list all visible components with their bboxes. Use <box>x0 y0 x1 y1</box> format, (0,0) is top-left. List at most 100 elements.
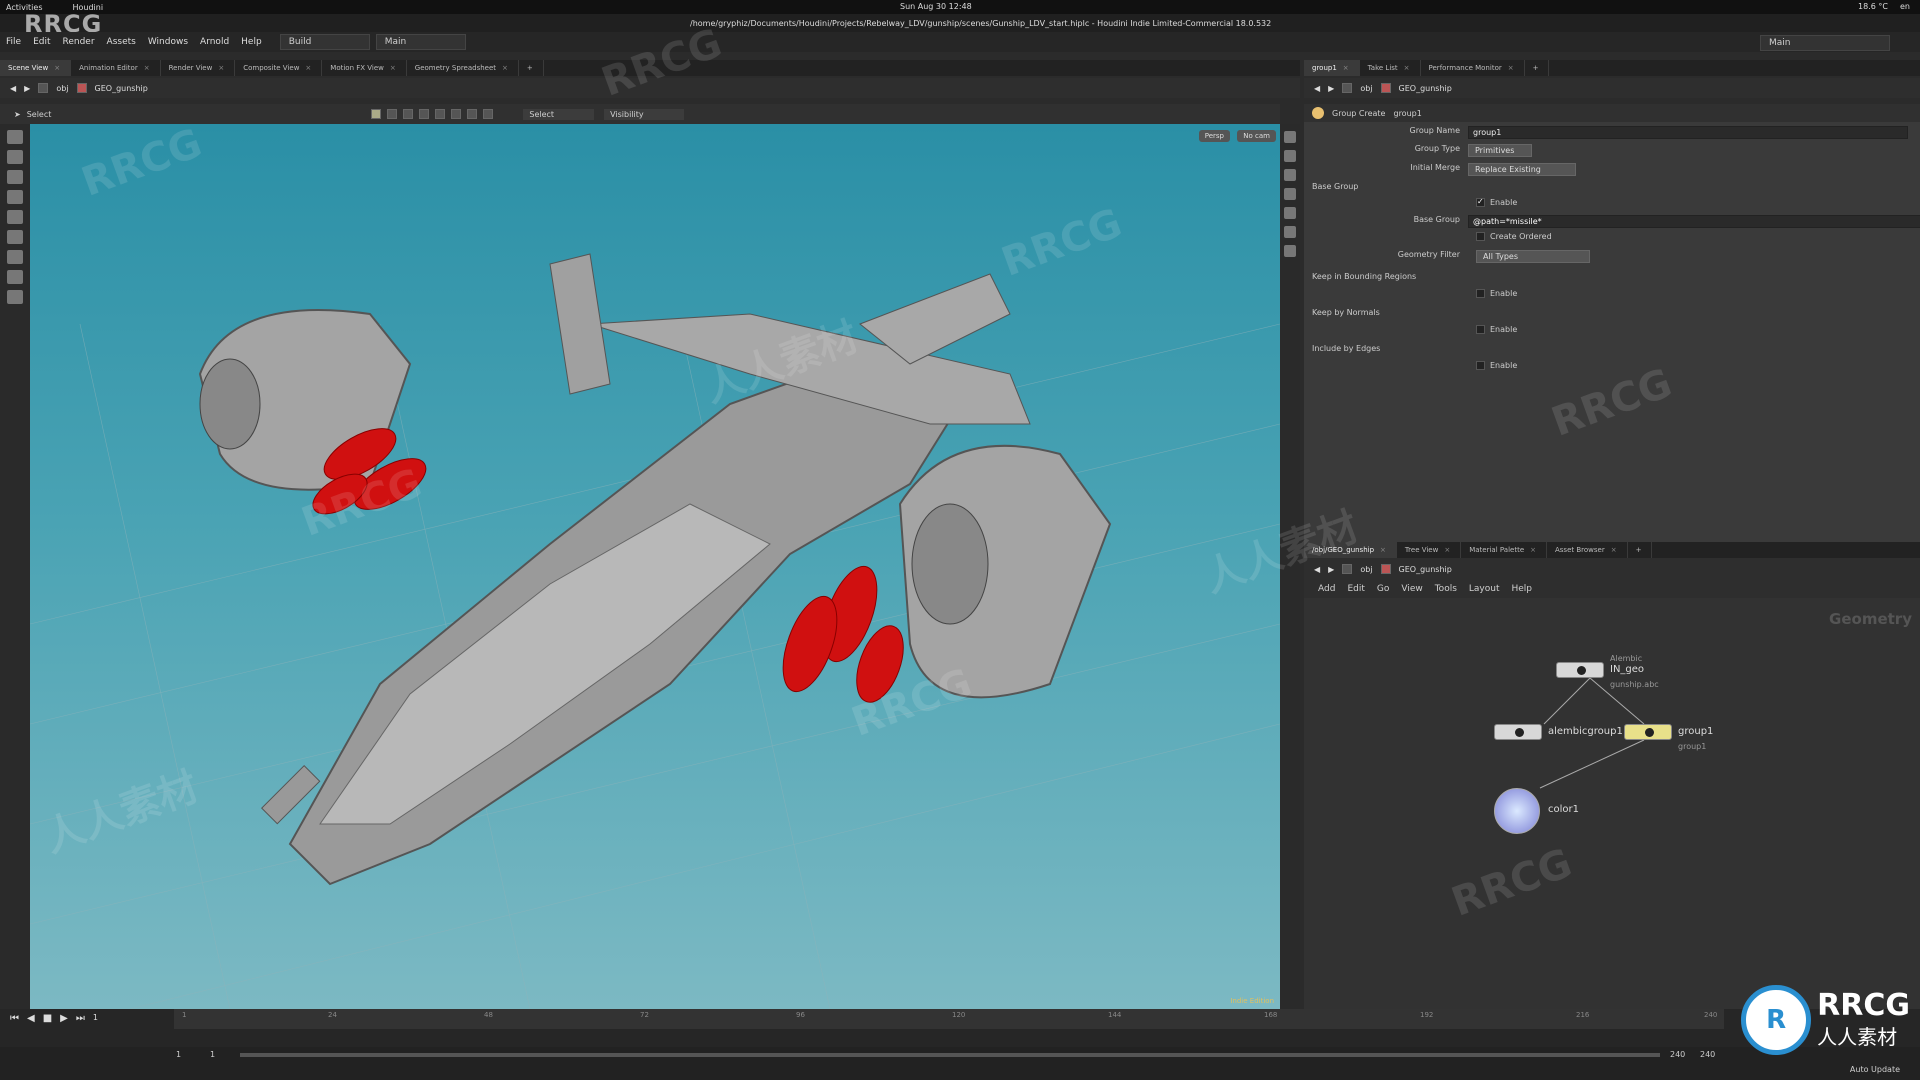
visibility-dropdown[interactable]: Visibility <box>604 108 684 120</box>
grid-icon[interactable] <box>1284 245 1296 257</box>
network-editor[interactable]: Geometry Alembic IN_geo gunship.abc alem… <box>1304 598 1920 1009</box>
path-node[interactable]: GEO_gunship <box>1399 565 1452 574</box>
desktop-main-dropdown[interactable]: Main <box>375 34 466 50</box>
close-icon[interactable]: × <box>1343 64 1349 72</box>
timeline-ruler[interactable]: 1 24 48 72 96 120 144 168 192 216 240 <box>174 1009 1724 1029</box>
select-tool-icon[interactable] <box>7 130 23 144</box>
pose-tool-icon[interactable] <box>7 230 23 244</box>
lasso-select-icon[interactable] <box>451 109 462 119</box>
jump-start-icon[interactable]: ⏮ <box>10 1013 19 1024</box>
select-mode-dropdown[interactable]: Select <box>523 108 595 120</box>
close-icon[interactable]: × <box>144 64 150 72</box>
base-group-field[interactable]: @path=*missile* <box>1468 215 1920 228</box>
edges-enable-checkbox[interactable] <box>1476 361 1485 370</box>
normals-enable-checkbox[interactable] <box>1476 325 1485 334</box>
tab-geometry-spreadsheet[interactable]: Geometry Spreadsheet × <box>407 60 519 76</box>
path-obj[interactable]: obj <box>1360 84 1372 93</box>
handle-tool-icon[interactable] <box>7 210 23 224</box>
close-icon[interactable]: × <box>54 64 60 72</box>
net-menu-edit[interactable]: Edit <box>1347 584 1364 594</box>
path-node[interactable]: GEO_gunship <box>1399 84 1452 93</box>
shading-icon[interactable] <box>1284 188 1296 200</box>
primitives-mode-icon[interactable] <box>419 109 430 119</box>
tab-take-list[interactable]: Take List × <box>1360 60 1421 76</box>
create-ordered-checkbox[interactable] <box>1476 232 1485 241</box>
path-node[interactable]: GEO_gunship <box>95 84 148 93</box>
bounding-enable-checkbox[interactable] <box>1476 289 1485 298</box>
snap-icon[interactable] <box>7 290 23 304</box>
net-menu-help[interactable]: Help <box>1512 584 1533 594</box>
tab-performance-monitor[interactable]: Performance Monitor × <box>1421 60 1525 76</box>
box-select-icon[interactable] <box>435 109 446 119</box>
net-menu-add[interactable]: Add <box>1318 584 1335 594</box>
node-group1[interactable] <box>1624 724 1672 740</box>
magnet-icon[interactable] <box>7 270 23 284</box>
close-icon[interactable]: × <box>1530 546 1536 554</box>
add-tab-icon[interactable]: + <box>1525 60 1550 76</box>
net-menu-layout[interactable]: Layout <box>1469 584 1500 594</box>
add-tab-icon[interactable]: + <box>519 60 544 76</box>
forward-icon[interactable]: ▶ <box>1328 84 1334 93</box>
menu-help[interactable]: Help <box>235 37 268 47</box>
node-in-geo[interactable] <box>1556 662 1604 678</box>
range-slider[interactable] <box>240 1053 1660 1057</box>
add-tab-icon[interactable]: + <box>1628 542 1653 558</box>
tab-network[interactable]: /obj/GEO_gunship × <box>1304 542 1397 558</box>
group-name-field[interactable]: group1 <box>1468 126 1908 139</box>
node-label[interactable]: color1 <box>1548 804 1579 815</box>
menu-assets[interactable]: Assets <box>101 37 142 47</box>
rotate-tool-icon[interactable] <box>7 170 23 184</box>
paint-select-icon[interactable] <box>483 109 494 119</box>
tab-render-view[interactable]: Render View × <box>161 60 236 76</box>
net-menu-go[interactable]: Go <box>1377 584 1389 594</box>
normals-icon[interactable] <box>1284 226 1296 238</box>
group-type-dropdown[interactable]: Primitives <box>1468 144 1532 157</box>
points-mode-icon[interactable] <box>387 109 398 119</box>
menu-edit[interactable]: Edit <box>27 37 56 47</box>
close-icon[interactable]: × <box>1404 64 1410 72</box>
points-icon[interactable] <box>1284 207 1296 219</box>
range-start-2[interactable]: 1 <box>210 1050 215 1059</box>
tab-material-palette[interactable]: Material Palette × <box>1461 542 1547 558</box>
range-end[interactable]: 240 <box>1670 1050 1685 1059</box>
stop-icon[interactable]: ■ <box>43 1013 52 1024</box>
path-obj[interactable]: obj <box>56 84 68 93</box>
desktop-build-dropdown[interactable]: Build <box>279 34 370 50</box>
node-label[interactable]: group1 <box>1678 726 1713 737</box>
tab-tree-view[interactable]: Tree View × <box>1397 542 1462 558</box>
net-menu-tools[interactable]: Tools <box>1435 584 1457 594</box>
lock-icon[interactable] <box>1284 150 1296 162</box>
base-group-enable-checkbox[interactable] <box>1476 197 1485 207</box>
back-icon[interactable]: ◀ <box>1314 565 1320 574</box>
node-name-field[interactable]: group1 <box>1393 109 1421 118</box>
tab-group1[interactable]: group1 × <box>1304 60 1360 76</box>
forward-icon[interactable]: ▶ <box>1328 565 1334 574</box>
back-icon[interactable]: ◀ <box>1314 84 1320 93</box>
camera-button[interactable]: No cam <box>1237 130 1276 142</box>
current-frame[interactable]: 1 <box>93 1013 98 1024</box>
menu-file[interactable]: File <box>0 37 27 47</box>
tab-scene-view[interactable]: Scene View × <box>0 60 72 76</box>
tab-animation-editor[interactable]: Animation Editor × <box>71 60 161 76</box>
brush-select-icon[interactable] <box>467 109 478 119</box>
display-icon[interactable] <box>1284 131 1296 143</box>
close-icon[interactable]: × <box>1611 546 1617 554</box>
close-icon[interactable]: × <box>502 64 508 72</box>
close-icon[interactable]: × <box>1380 546 1386 554</box>
close-icon[interactable]: × <box>1508 64 1514 72</box>
view-tool-icon[interactable] <box>7 250 23 264</box>
menu-arnold[interactable]: Arnold <box>194 37 235 47</box>
tab-composite-view[interactable]: Composite View × <box>235 60 323 76</box>
node-color1[interactable] <box>1494 788 1540 834</box>
select-tool-label[interactable]: Select <box>27 110 52 119</box>
object-mode-icon[interactable] <box>371 109 382 119</box>
close-icon[interactable]: × <box>1444 546 1450 554</box>
clock[interactable]: Sun Aug 30 12:48 <box>900 2 972 11</box>
node-alembicgroup1[interactable] <box>1494 724 1542 740</box>
forward-icon[interactable]: ▶ <box>24 84 30 93</box>
path-obj[interactable]: obj <box>1360 565 1372 574</box>
menu-windows[interactable]: Windows <box>142 37 194 47</box>
close-icon[interactable]: × <box>305 64 311 72</box>
range-end-2[interactable]: 240 <box>1700 1050 1715 1059</box>
tab-asset-browser[interactable]: Asset Browser × <box>1547 542 1628 558</box>
